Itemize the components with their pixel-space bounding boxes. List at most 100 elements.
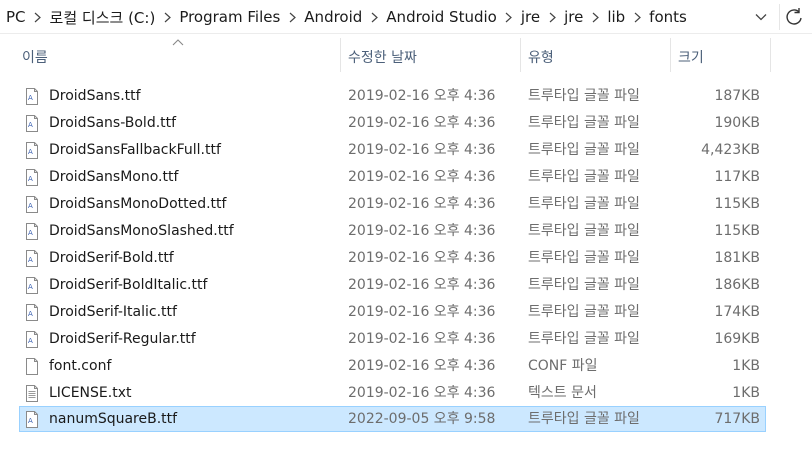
breadcrumb-android-studio[interactable]: Android Studio xyxy=(383,8,500,26)
file-size: 117KB xyxy=(714,169,760,185)
file-name: DroidSansMonoDotted.ttf xyxy=(49,196,227,212)
file-size: 115KB xyxy=(714,196,760,212)
chevron-right-icon[interactable] xyxy=(500,11,518,24)
file-date: 2019-02-16 오후 4:36 xyxy=(348,169,496,185)
svg-text:A: A xyxy=(28,283,33,291)
file-type: 트루타입 글꼴 파일 xyxy=(528,115,640,131)
file-row[interactable]: A DroidSansMono.ttf 2019-02-16 오후 4:36 트… xyxy=(19,164,766,190)
file-row-selected[interactable]: A nanumSquareB.ttf 2022-09-05 오후 9:58 트루… xyxy=(19,406,766,432)
file-date: 2019-02-16 오후 4:36 xyxy=(348,196,496,212)
breadcrumb-pc[interactable]: PC xyxy=(3,8,29,26)
file-type: 트루타입 글꼴 파일 xyxy=(528,196,640,212)
chevron-right-icon[interactable] xyxy=(283,11,301,24)
file-date: 2022-09-05 오후 9:58 xyxy=(348,411,496,427)
file-row[interactable]: A DroidSans.ttf 2019-02-16 오후 4:36 트루타입 … xyxy=(19,83,766,109)
file-row[interactable]: A DroidSerif-BoldItalic.ttf 2019-02-16 오… xyxy=(19,272,766,298)
svg-text:A: A xyxy=(28,337,33,345)
column-divider[interactable] xyxy=(520,38,521,72)
file-name: nanumSquareB.ttf xyxy=(49,411,178,427)
chevron-right-icon[interactable] xyxy=(628,11,646,24)
svg-text:A: A xyxy=(28,121,33,129)
address-divider xyxy=(779,4,780,30)
column-header-name[interactable]: 이름 xyxy=(22,38,340,76)
refresh-button[interactable] xyxy=(784,0,812,34)
svg-text:A: A xyxy=(28,229,33,237)
font-file-icon: A xyxy=(24,196,40,213)
file-date: 2019-02-16 오후 4:36 xyxy=(348,250,496,266)
breadcrumb-android[interactable]: Android xyxy=(301,8,365,26)
font-file-icon: A xyxy=(24,223,40,240)
breadcrumb-jre-inner[interactable]: jre xyxy=(561,8,586,26)
breadcrumb: PC 로컬 디스크 (C:) Program Files Android And… xyxy=(3,0,690,34)
font-file-icon: A xyxy=(24,142,40,159)
file-row[interactable]: A DroidSans-Bold.ttf 2019-02-16 오후 4:36 … xyxy=(19,110,766,136)
file-type: 트루타입 글꼴 파일 xyxy=(528,88,640,104)
refresh-icon xyxy=(786,8,802,25)
file-row[interactable]: A DroidSerif-Regular.ttf 2019-02-16 오후 4… xyxy=(19,326,766,352)
column-header-type[interactable]: 유형 xyxy=(528,38,670,76)
chevron-right-icon[interactable] xyxy=(543,11,561,24)
file-size: 186KB xyxy=(714,277,760,293)
svg-text:A: A xyxy=(28,310,33,318)
file-row[interactable]: A DroidSansFallbackFull.ttf 2019-02-16 오… xyxy=(19,137,766,163)
file-date: 2019-02-16 오후 4:36 xyxy=(348,142,496,158)
blank-file-icon xyxy=(24,358,40,375)
file-date: 2019-02-16 오후 4:36 xyxy=(348,115,496,131)
file-type: 트루타입 글꼴 파일 xyxy=(528,411,640,427)
column-divider[interactable] xyxy=(770,38,771,72)
font-file-icon: A xyxy=(24,250,40,267)
column-divider[interactable] xyxy=(670,38,671,72)
column-divider[interactable] xyxy=(340,38,341,72)
breadcrumb-jre[interactable]: jre xyxy=(518,8,543,26)
file-row[interactable]: A DroidSerif-Italic.ttf 2019-02-16 오후 4:… xyxy=(19,299,766,325)
font-file-icon: A xyxy=(24,88,40,105)
file-type: 트루타입 글꼴 파일 xyxy=(528,250,640,266)
file-type: CONF 파일 xyxy=(528,358,598,374)
file-row[interactable]: font.conf 2019-02-16 오후 4:36 CONF 파일 1KB xyxy=(19,353,766,379)
file-date: 2019-02-16 오후 4:36 xyxy=(348,385,496,401)
column-header: 이름 수정한 날짜 유형 크기 xyxy=(0,38,812,76)
svg-text:A: A xyxy=(28,94,33,102)
file-date: 2019-02-16 오후 4:36 xyxy=(348,358,496,374)
file-name: DroidSans.ttf xyxy=(49,88,141,104)
file-name: DroidSerif-Regular.ttf xyxy=(49,331,196,347)
column-header-date[interactable]: 수정한 날짜 xyxy=(348,38,520,76)
breadcrumb-lib[interactable]: lib xyxy=(604,8,628,26)
breadcrumb-fonts[interactable]: fonts xyxy=(646,8,690,26)
column-header-size[interactable]: 크기 xyxy=(678,38,770,76)
chevron-right-icon[interactable] xyxy=(586,11,604,24)
chevron-right-icon[interactable] xyxy=(365,11,383,24)
file-row[interactable]: A DroidSerif-Bold.ttf 2019-02-16 오후 4:36… xyxy=(19,245,766,271)
file-row[interactable]: A DroidSansMonoDotted.ttf 2019-02-16 오후 … xyxy=(19,191,766,217)
font-file-icon: A xyxy=(24,115,40,132)
file-date: 2019-02-16 오후 4:36 xyxy=(348,331,496,347)
file-date: 2019-02-16 오후 4:36 xyxy=(348,277,496,293)
file-type: 텍스트 문서 xyxy=(528,385,597,401)
font-file-icon: A xyxy=(24,277,40,294)
chevron-right-icon[interactable] xyxy=(158,11,176,24)
file-explorer-window: PC 로컬 디스크 (C:) Program Files Android And… xyxy=(0,0,812,464)
font-file-icon: A xyxy=(24,169,40,186)
text-file-icon xyxy=(24,385,40,402)
chevron-down-icon xyxy=(755,14,767,21)
file-type: 트루타입 글꼴 파일 xyxy=(528,142,640,158)
breadcrumb-program-files[interactable]: Program Files xyxy=(176,8,283,26)
address-bar[interactable]: PC 로컬 디스크 (C:) Program Files Android And… xyxy=(0,0,812,34)
file-size: 181KB xyxy=(714,250,760,266)
svg-text:A: A xyxy=(28,417,33,425)
address-history-button[interactable] xyxy=(746,0,776,34)
file-name: DroidSansFallbackFull.ttf xyxy=(49,142,221,158)
chevron-right-icon[interactable] xyxy=(29,11,47,24)
breadcrumb-local-disk[interactable]: 로컬 디스크 (C:) xyxy=(47,7,159,28)
file-name: DroidSansMono.ttf xyxy=(49,169,179,185)
file-type: 트루타입 글꼴 파일 xyxy=(528,169,640,185)
file-row[interactable]: A DroidSansMonoSlashed.ttf 2019-02-16 오후… xyxy=(19,218,766,244)
svg-text:A: A xyxy=(28,175,33,183)
file-size: 1KB xyxy=(732,385,760,401)
file-type: 트루타입 글꼴 파일 xyxy=(528,277,640,293)
file-type: 트루타입 글꼴 파일 xyxy=(528,304,640,320)
file-row[interactable]: LICENSE.txt 2019-02-16 오후 4:36 텍스트 문서 1K… xyxy=(19,380,766,406)
font-file-icon: A xyxy=(24,331,40,348)
file-name: LICENSE.txt xyxy=(49,385,132,401)
file-name: DroidSansMonoSlashed.ttf xyxy=(49,223,234,239)
